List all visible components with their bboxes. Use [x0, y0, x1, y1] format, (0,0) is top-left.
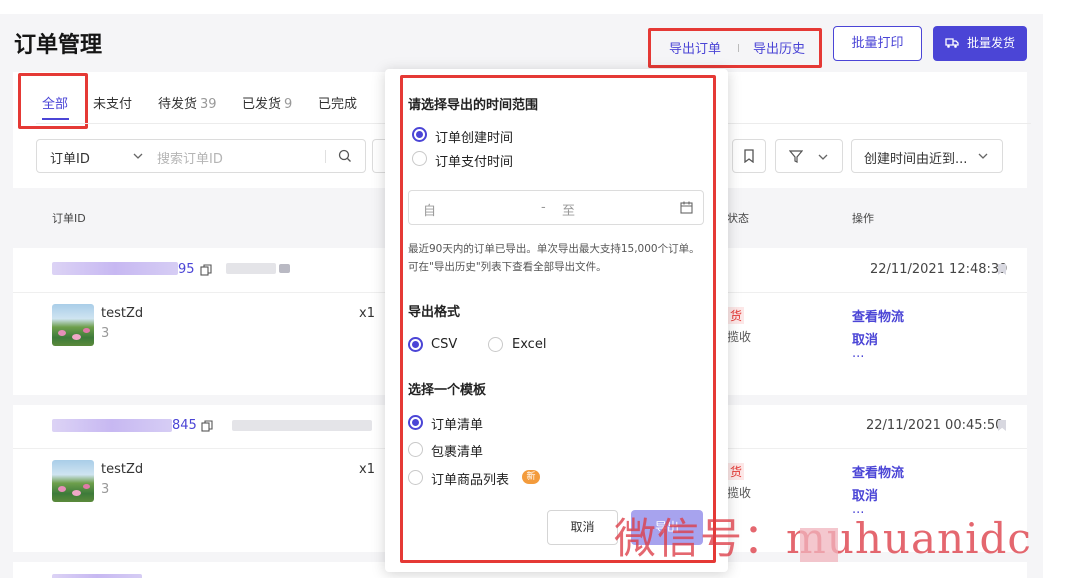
- item-sku: 3: [101, 326, 110, 341]
- filter-icon: [789, 150, 803, 163]
- column-header-actions: 操作: [852, 212, 874, 225]
- radio-csv[interactable]: [408, 337, 423, 352]
- copy-icon[interactable]: [201, 420, 213, 432]
- export-order-link[interactable]: 导出订单: [669, 38, 721, 57]
- product-thumbnail: [52, 304, 94, 346]
- search-group: 订单ID 搜索订单ID: [36, 139, 366, 173]
- chevron-down-icon: [978, 153, 988, 159]
- tab-completed[interactable]: 已完成: [318, 93, 357, 112]
- status-sub: 揽收: [727, 330, 752, 344]
- column-header-order-id: 订单ID: [52, 212, 86, 225]
- radio-template-packages[interactable]: [408, 442, 423, 457]
- radio-label: 订单商品列表: [431, 473, 510, 488]
- tab-to-ship[interactable]: 待发货 39: [158, 93, 217, 112]
- cancel-button[interactable]: 取消: [547, 510, 618, 545]
- order-id-redacted: [52, 419, 172, 432]
- header-divider: [738, 44, 739, 52]
- tab-label: 待发货: [158, 97, 198, 112]
- radio-label: 订单清单: [431, 418, 484, 433]
- page-title: 订单管理: [14, 33, 103, 58]
- column-header-status: 状态: [727, 212, 749, 225]
- batch-print-button[interactable]: 批量打印: [833, 26, 922, 61]
- order-id-redacted: [52, 262, 178, 275]
- field-select[interactable]: 订单ID: [50, 148, 90, 167]
- item-qty: x1: [359, 306, 375, 321]
- batch-ship-label: 批量发货: [967, 36, 1016, 50]
- radio-label: CSV: [431, 337, 458, 352]
- product-thumbnail: [52, 460, 94, 502]
- view-logistics-link[interactable]: 查看物流: [852, 462, 904, 481]
- search-icon[interactable]: [338, 149, 352, 163]
- order-id-suffix[interactable]: 845: [172, 418, 197, 433]
- template-title: 选择一个模板: [408, 383, 487, 398]
- radio-label: 订单创建时间: [435, 131, 514, 146]
- radio-label: Excel: [512, 337, 547, 352]
- order-id-suffix[interactable]: 95: [178, 262, 195, 277]
- item-sku: 3: [101, 482, 110, 497]
- divider: [325, 150, 326, 163]
- item-name: testZd: [101, 306, 144, 321]
- more-actions[interactable]: ...: [852, 346, 864, 361]
- radio-paid-time[interactable]: [412, 151, 427, 166]
- sort-label: 创建时间由近到...: [864, 152, 968, 167]
- batch-ship-button[interactable]: 批量发货: [933, 26, 1027, 61]
- view-logistics-link[interactable]: 查看物流: [852, 306, 904, 325]
- status-badge: 货: [728, 463, 745, 480]
- watermark-redaction: [800, 528, 838, 562]
- order-time: 22/11/2021 12:48:39: [870, 262, 1008, 277]
- date-separator: -: [541, 200, 546, 215]
- search-input[interactable]: 搜索订单ID: [157, 148, 223, 167]
- highlight-box-tab: [18, 73, 88, 129]
- radio-label: 包裹清单: [431, 445, 484, 460]
- tab-unpaid[interactable]: 未支付: [93, 93, 132, 112]
- truck-icon: [945, 38, 959, 48]
- tab-label: 未支付: [93, 97, 133, 112]
- tab-count: 9: [284, 97, 293, 112]
- radio-label: 订单支付时间: [435, 155, 514, 170]
- radio-excel[interactable]: [488, 337, 503, 352]
- buyer-redacted: [226, 263, 276, 274]
- calendar-icon: [680, 201, 693, 214]
- message-icon[interactable]: [279, 264, 290, 273]
- format-title: 导出格式: [408, 305, 461, 320]
- chevron-down-icon: [133, 153, 143, 159]
- chevron-down-icon: [818, 154, 828, 160]
- bookmark-filter-button[interactable]: [732, 139, 766, 173]
- tab-label: 已发货: [242, 97, 282, 112]
- tab-shipped[interactable]: 已发货 9: [242, 93, 292, 112]
- radio-template-items[interactable]: [408, 470, 423, 485]
- radio-created-time[interactable]: [412, 127, 427, 142]
- new-badge: 新: [522, 470, 540, 484]
- filter-button[interactable]: [775, 139, 843, 173]
- item-name: testZd: [101, 462, 144, 477]
- date-from: 自: [423, 204, 437, 219]
- sort-select[interactable]: 创建时间由近到...: [851, 139, 1003, 173]
- export-history-link[interactable]: 导出历史: [753, 38, 805, 57]
- buyer-redacted: [232, 420, 372, 431]
- status-badge: 货: [728, 307, 745, 324]
- export-note: 最近90天内的订单已导出。单次导出最大支持15,000个订单。可在"导出历史"列…: [408, 243, 700, 273]
- date-to: 至: [562, 204, 576, 219]
- item-qty: x1: [359, 462, 375, 477]
- date-range-input[interactable]: 自 - 至: [408, 190, 704, 225]
- tab-count: 39: [200, 97, 217, 112]
- order-time: 22/11/2021 00:45:50: [866, 418, 1004, 433]
- bookmark-icon: [744, 149, 754, 163]
- time-range-title: 请选择导出的时间范围: [408, 98, 539, 113]
- radio-template-orders[interactable]: [408, 415, 423, 430]
- copy-icon[interactable]: [200, 264, 212, 276]
- status-sub: 揽收: [727, 486, 752, 500]
- order-id-redacted: [52, 574, 142, 578]
- tab-label: 已完成: [318, 97, 358, 112]
